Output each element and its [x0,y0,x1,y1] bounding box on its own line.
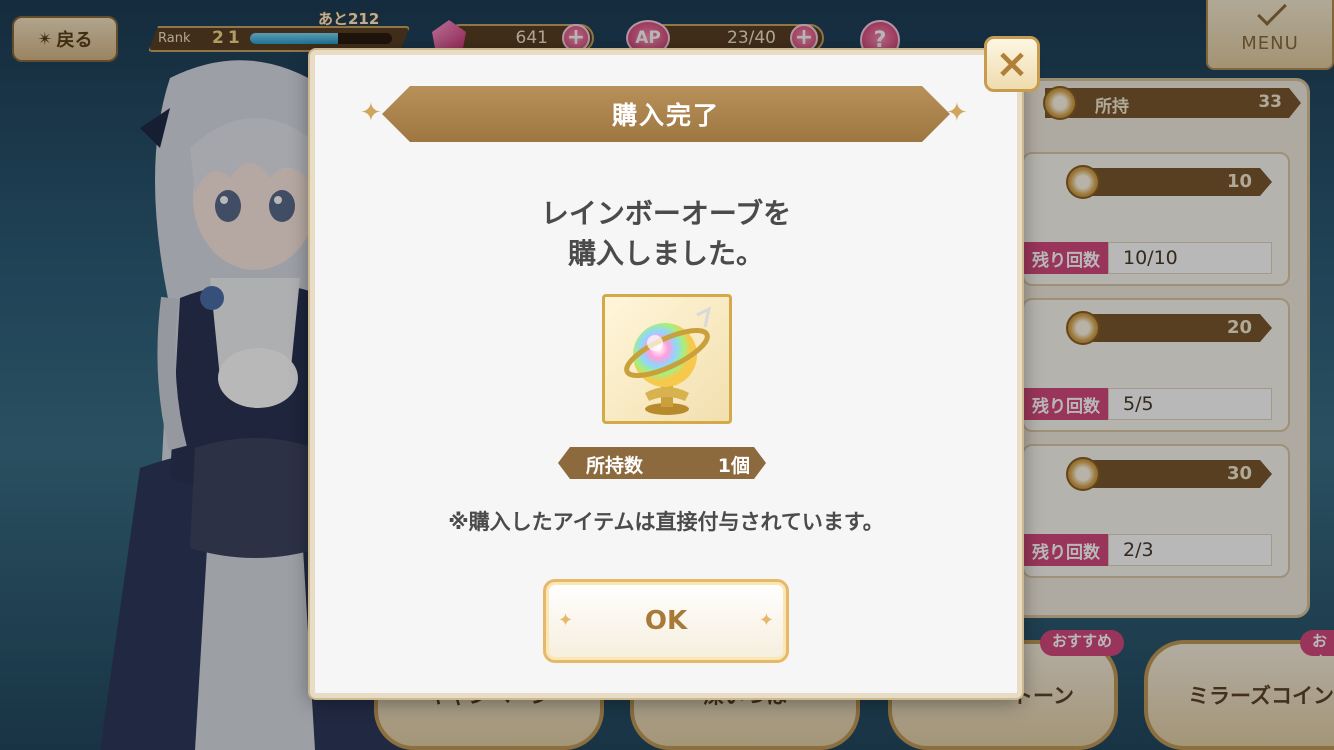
close-icon: × [995,41,1029,87]
message-line-1: レインボーオーブを [540,197,792,230]
ok-label: OK [644,606,688,636]
orb-icon [624,306,712,415]
message-line-2: 購入しました。 [567,237,764,270]
quantity-value: 1個 [717,455,750,477]
dialog-title: 購入完了 [611,101,720,130]
sparkle-icon: ✦ [360,98,382,128]
close-button[interactable]: × [984,36,1040,92]
rainbow-orb-item-icon [602,294,732,424]
sparkle-icon: ✦ [758,610,774,631]
ok-button[interactable]: ✦ OK ✦ [543,579,789,663]
delivery-note: ※購入したアイテムは直接付与されています。 [448,510,884,534]
sparkle-icon: ✦ [558,610,574,631]
quantity-label: 所持数 [586,455,644,477]
